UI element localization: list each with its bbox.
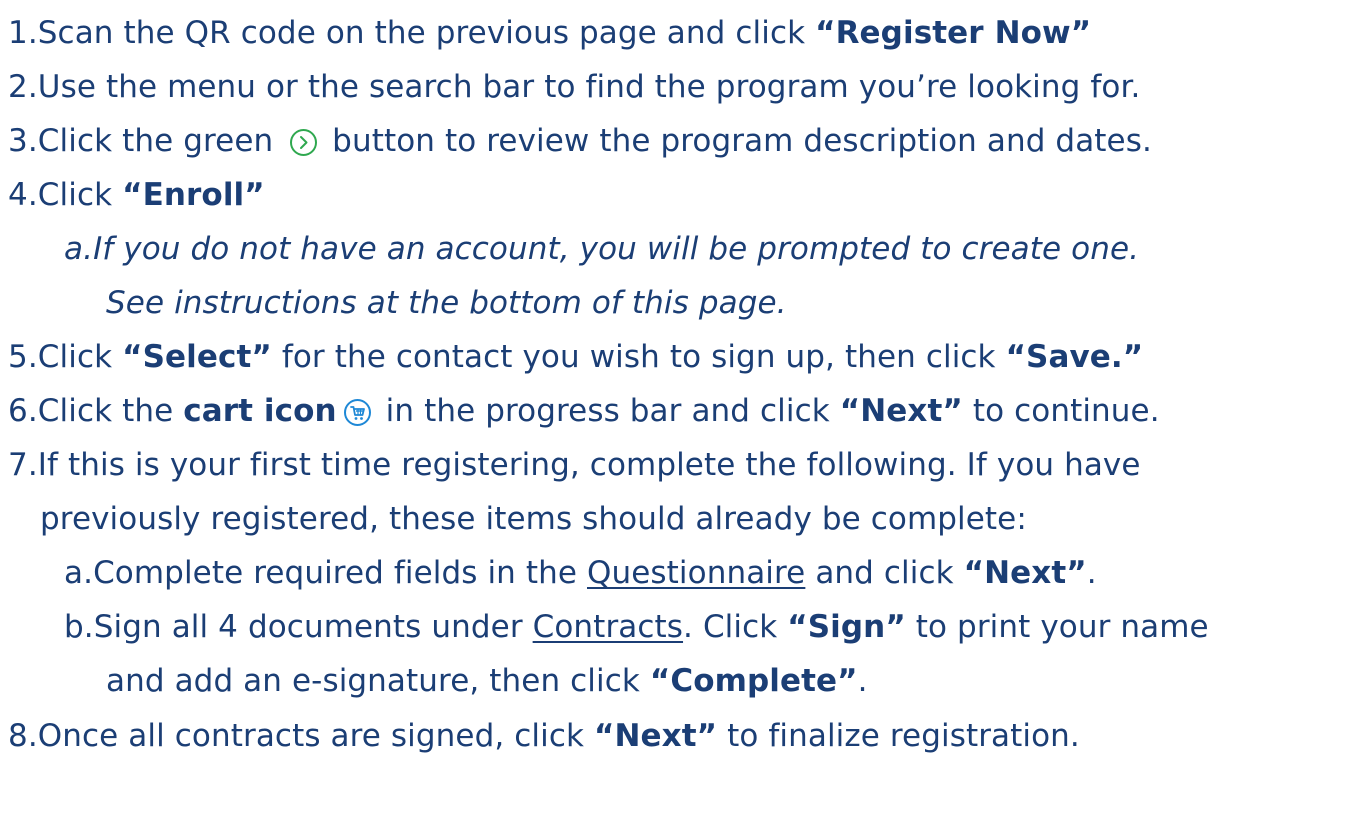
step-text: Scan the QR code on the previous page an… (37, 15, 816, 51)
step-text: Click (37, 177, 123, 213)
next-label: “Next” (594, 718, 718, 754)
step-text: previously registered, these items shoul… (40, 501, 1027, 537)
step-text: Click (37, 339, 123, 375)
step-number: 6. (8, 393, 38, 429)
substep-text: Complete required fields in the (93, 555, 587, 591)
select-label: “Select” (122, 339, 272, 375)
substep-text-end: . (857, 663, 868, 699)
cart-circle-icon (343, 398, 372, 427)
step-text-end: to continue. (962, 393, 1160, 429)
step-1: 1.Scan the QR code on the previous page … (8, 13, 1091, 53)
step-text-mid: in the progress bar and click (375, 393, 840, 429)
step-number: 7. (8, 447, 38, 483)
substep-text: and add an e-signature, then click (106, 663, 650, 699)
substep-letter: a. (64, 555, 94, 591)
substep-text: If you do not have an account, you will … (93, 231, 1140, 267)
next-label: “Next” (839, 393, 963, 429)
step-6: 6.Click the cart icon in the progress ba… (8, 391, 1160, 431)
step-7-cont: previously registered, these items shoul… (40, 499, 1027, 539)
step-4a-cont: See instructions at the bottom of this p… (106, 283, 787, 323)
step-8: 8.Once all contracts are signed, click “… (8, 716, 1080, 756)
step-text: If this is your first time registering, … (37, 447, 1141, 483)
step-7: 7.If this is your first time registering… (8, 445, 1141, 485)
step-number: 3. (8, 123, 38, 159)
step-text: Click the green (37, 123, 284, 159)
step-text: Use the menu or the search bar to find t… (37, 69, 1141, 105)
step-2: 2.Use the menu or the search bar to find… (8, 67, 1140, 107)
step-4: 4.Click “Enroll” (8, 175, 265, 215)
substep-text: Sign all 4 documents under (93, 609, 533, 645)
cart-icon-label: cart icon (183, 393, 337, 429)
step-text-cont: button to review the program description… (322, 123, 1152, 159)
step-number: 8. (8, 718, 38, 754)
contracts-link-text: Contracts (532, 609, 684, 645)
step-text-end: to finalize registration. (717, 718, 1080, 754)
step-3: 3.Click the green button to review the p… (8, 121, 1152, 161)
step-7b-cont: and add an e-signature, then click “Comp… (106, 661, 868, 701)
sign-label: “Sign” (787, 609, 906, 645)
step-5: 5.Click “Select” for the contact you wis… (8, 337, 1143, 377)
step-text: Once all contracts are signed, click (37, 718, 594, 754)
step-number: 5. (8, 339, 38, 375)
substep-text-mid: . Click (683, 609, 788, 645)
step-number: 1. (8, 15, 38, 51)
enroll-label: “Enroll” (122, 177, 265, 213)
next-label: “Next” (963, 555, 1087, 591)
substep-letter: a. (64, 231, 94, 267)
complete-label: “Complete” (649, 663, 858, 699)
instructions-document: 1.Scan the QR code on the previous page … (0, 0, 1366, 825)
substep-text-end: . (1086, 555, 1097, 591)
step-number: 2. (8, 69, 38, 105)
step-7b: b.Sign all 4 documents under Contracts. … (64, 607, 1209, 647)
chevron-circle-right-icon (289, 128, 318, 157)
step-number: 4. (8, 177, 38, 213)
substep-text: See instructions at the bottom of this p… (106, 285, 787, 321)
step-4a: a.If you do not have an account, you wil… (64, 229, 1139, 269)
substep-text-end: to print your name (905, 609, 1209, 645)
substep-text-mid: and click (805, 555, 964, 591)
step-text-mid: for the contact you wish to sign up, the… (271, 339, 1006, 375)
questionnaire-link-text: Questionnaire (587, 555, 806, 591)
save-label: “Save.” (1005, 339, 1144, 375)
step-7a: a.Complete required fields in the Questi… (64, 553, 1097, 593)
register-now-label: “Register Now” (815, 15, 1092, 51)
step-text: Click the (37, 393, 184, 429)
substep-letter: b. (64, 609, 94, 645)
